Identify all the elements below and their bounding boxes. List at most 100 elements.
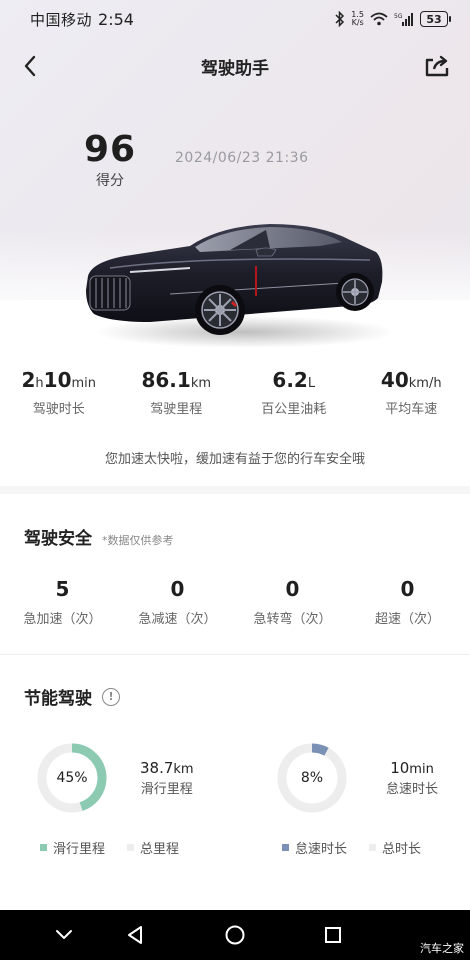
square-recents-icon [325,927,341,943]
share-icon [425,55,449,77]
legend-swatch [127,844,135,851]
legend-item: 总时长 [369,838,421,857]
car-image [86,224,390,348]
svg-text:5G: 5G [394,13,403,20]
idle-ring-block: 8% 10min 怠速时长 [276,742,438,814]
safety-count: 0 [400,577,415,601]
nav-back-button[interactable] [124,923,148,947]
score-value: 96 [83,129,137,170]
safety-label: 急转弯（次） [253,612,332,627]
idle-percent: 8% [300,770,324,786]
stat-value: 40 [380,368,409,392]
safety-item-hard-acceleration: 5 急加速（次） [5,576,120,627]
safety-count: 0 [285,577,300,601]
info-icon[interactable]: ! [102,687,120,706]
watermark: 汽车之家 [420,942,464,955]
trip-stats: 2h10min 驾驶时长 86.1km 驾驶里程 6.2L 百公里油耗 40km… [0,368,470,417]
status-clock: 2:54 [98,9,134,29]
home-circle-icon [225,925,245,945]
legend-label: 总时长 [382,842,422,857]
safety-note: *数据仅供参考 [102,534,174,547]
idle-time-unit: min [409,762,434,777]
idle-time-label: 怠速时长 [386,782,439,797]
stat-unit: km [190,376,212,391]
stat-driving-distance: 86.1km 驾驶里程 [118,368,236,417]
nav-recents-button[interactable] [321,923,345,947]
stat-unit: L [307,376,316,391]
stat-value: 6.2 [272,368,308,392]
app-header: 驾驶助手 [0,46,470,86]
network-speed-unit: K/s [351,18,364,27]
chevron-left-icon [24,55,36,77]
status-icons: 1.5 K/s 5G 53 [335,11,451,27]
coast-info: 38.7km 滑行里程 [140,759,194,797]
share-button[interactable] [422,52,452,80]
safety-section-title: 驾驶安全 *数据仅供参考 [24,524,174,549]
nav-home-button[interactable] [223,923,247,947]
coast-ring-block: 45% 38.7km 滑行里程 [36,742,194,814]
wifi-icon [370,12,388,26]
driving-score: 96 得分 [78,130,142,190]
signal-5g-icon: 5G [394,12,414,26]
safety-label: 急加速（次） [23,612,102,627]
idle-info: 10min 怠速时长 [386,759,438,797]
bluetooth-icon [335,11,345,27]
legend-label: 滑行里程 [53,842,106,857]
idle-legend: 怠速时长 总时长 [282,838,421,857]
section-separator [0,486,470,494]
coast-distance-value: 38.7 [140,759,174,777]
safety-item-sharp-turn: 0 急转弯（次） [235,576,350,627]
status-bar: 中国移动 2:54 1.5 K/s 5G 53 [0,0,470,38]
energy-title: 节能驾驶 [24,689,92,709]
legend-swatch [40,844,47,851]
stat-driving-duration: 2h10min 驾驶时长 [0,368,118,417]
safety-item-speeding: 0 超速（次） [350,576,465,627]
battery-indicator: 53 [420,11,451,27]
section-divider [0,654,470,655]
coast-distance-label: 滑行里程 [140,782,193,797]
legend-swatch [369,844,377,851]
stat-hours: 2 [21,368,36,392]
system-nav-bar: 汽车之家 [0,910,470,960]
safety-label: 急减速（次） [138,612,217,627]
stat-minutes-unit: min [71,376,97,391]
energy-section-title: 节能驾驶 ! [24,684,120,709]
idle-time-value: 10 [390,759,410,777]
coast-ring: 45% [36,742,108,814]
stat-value: 86.1 [141,368,191,392]
legend-swatch [282,844,289,851]
stat-minutes: 10 [43,368,72,392]
nav-collapse-button[interactable] [52,923,76,947]
stat-label: 驾驶里程 [150,402,203,417]
score-label: 得分 [96,173,124,189]
driving-tip: 您加速太快啦，缓加速有益于您的行车安全哦 [104,452,365,467]
legend-label: 总里程 [140,842,180,857]
safety-stats: 5 急加速（次） 0 急减速（次） 0 急转弯（次） 0 超速（次） [0,576,470,627]
stat-label: 平均车速 [385,402,438,417]
triangle-back-icon [128,926,142,944]
safety-count: 0 [170,577,185,601]
coast-distance-unit: km [173,762,194,777]
stat-label: 百公里油耗 [261,402,327,417]
stat-hours-unit: h [35,376,44,391]
legend-item: 滑行里程 [40,838,105,857]
safety-title: 驾驶安全 [24,529,92,549]
legend-label: 怠速时长 [295,842,348,857]
back-button[interactable] [16,52,44,80]
stat-unit: km/h [408,376,442,391]
stat-label: 驾驶时长 [32,402,85,417]
battery-level: 53 [426,12,442,26]
safety-count: 5 [55,577,70,601]
stat-fuel-consumption: 6.2L 百公里油耗 [235,368,353,417]
coast-legend: 滑行里程 总里程 [40,838,179,857]
chevron-down-icon [56,930,72,939]
legend-item: 怠速时长 [282,838,347,857]
idle-ring: 8% [276,742,348,814]
carrier-name: 中国移动 [30,10,93,29]
safety-item-hard-braking: 0 急减速（次） [120,576,235,627]
legend-item: 总里程 [127,838,179,857]
page-title: 驾驶助手 [201,58,269,79]
coast-percent: 45% [56,770,88,786]
stat-average-speed: 40km/h 平均车速 [353,368,470,417]
safety-label: 超速（次） [374,612,440,627]
